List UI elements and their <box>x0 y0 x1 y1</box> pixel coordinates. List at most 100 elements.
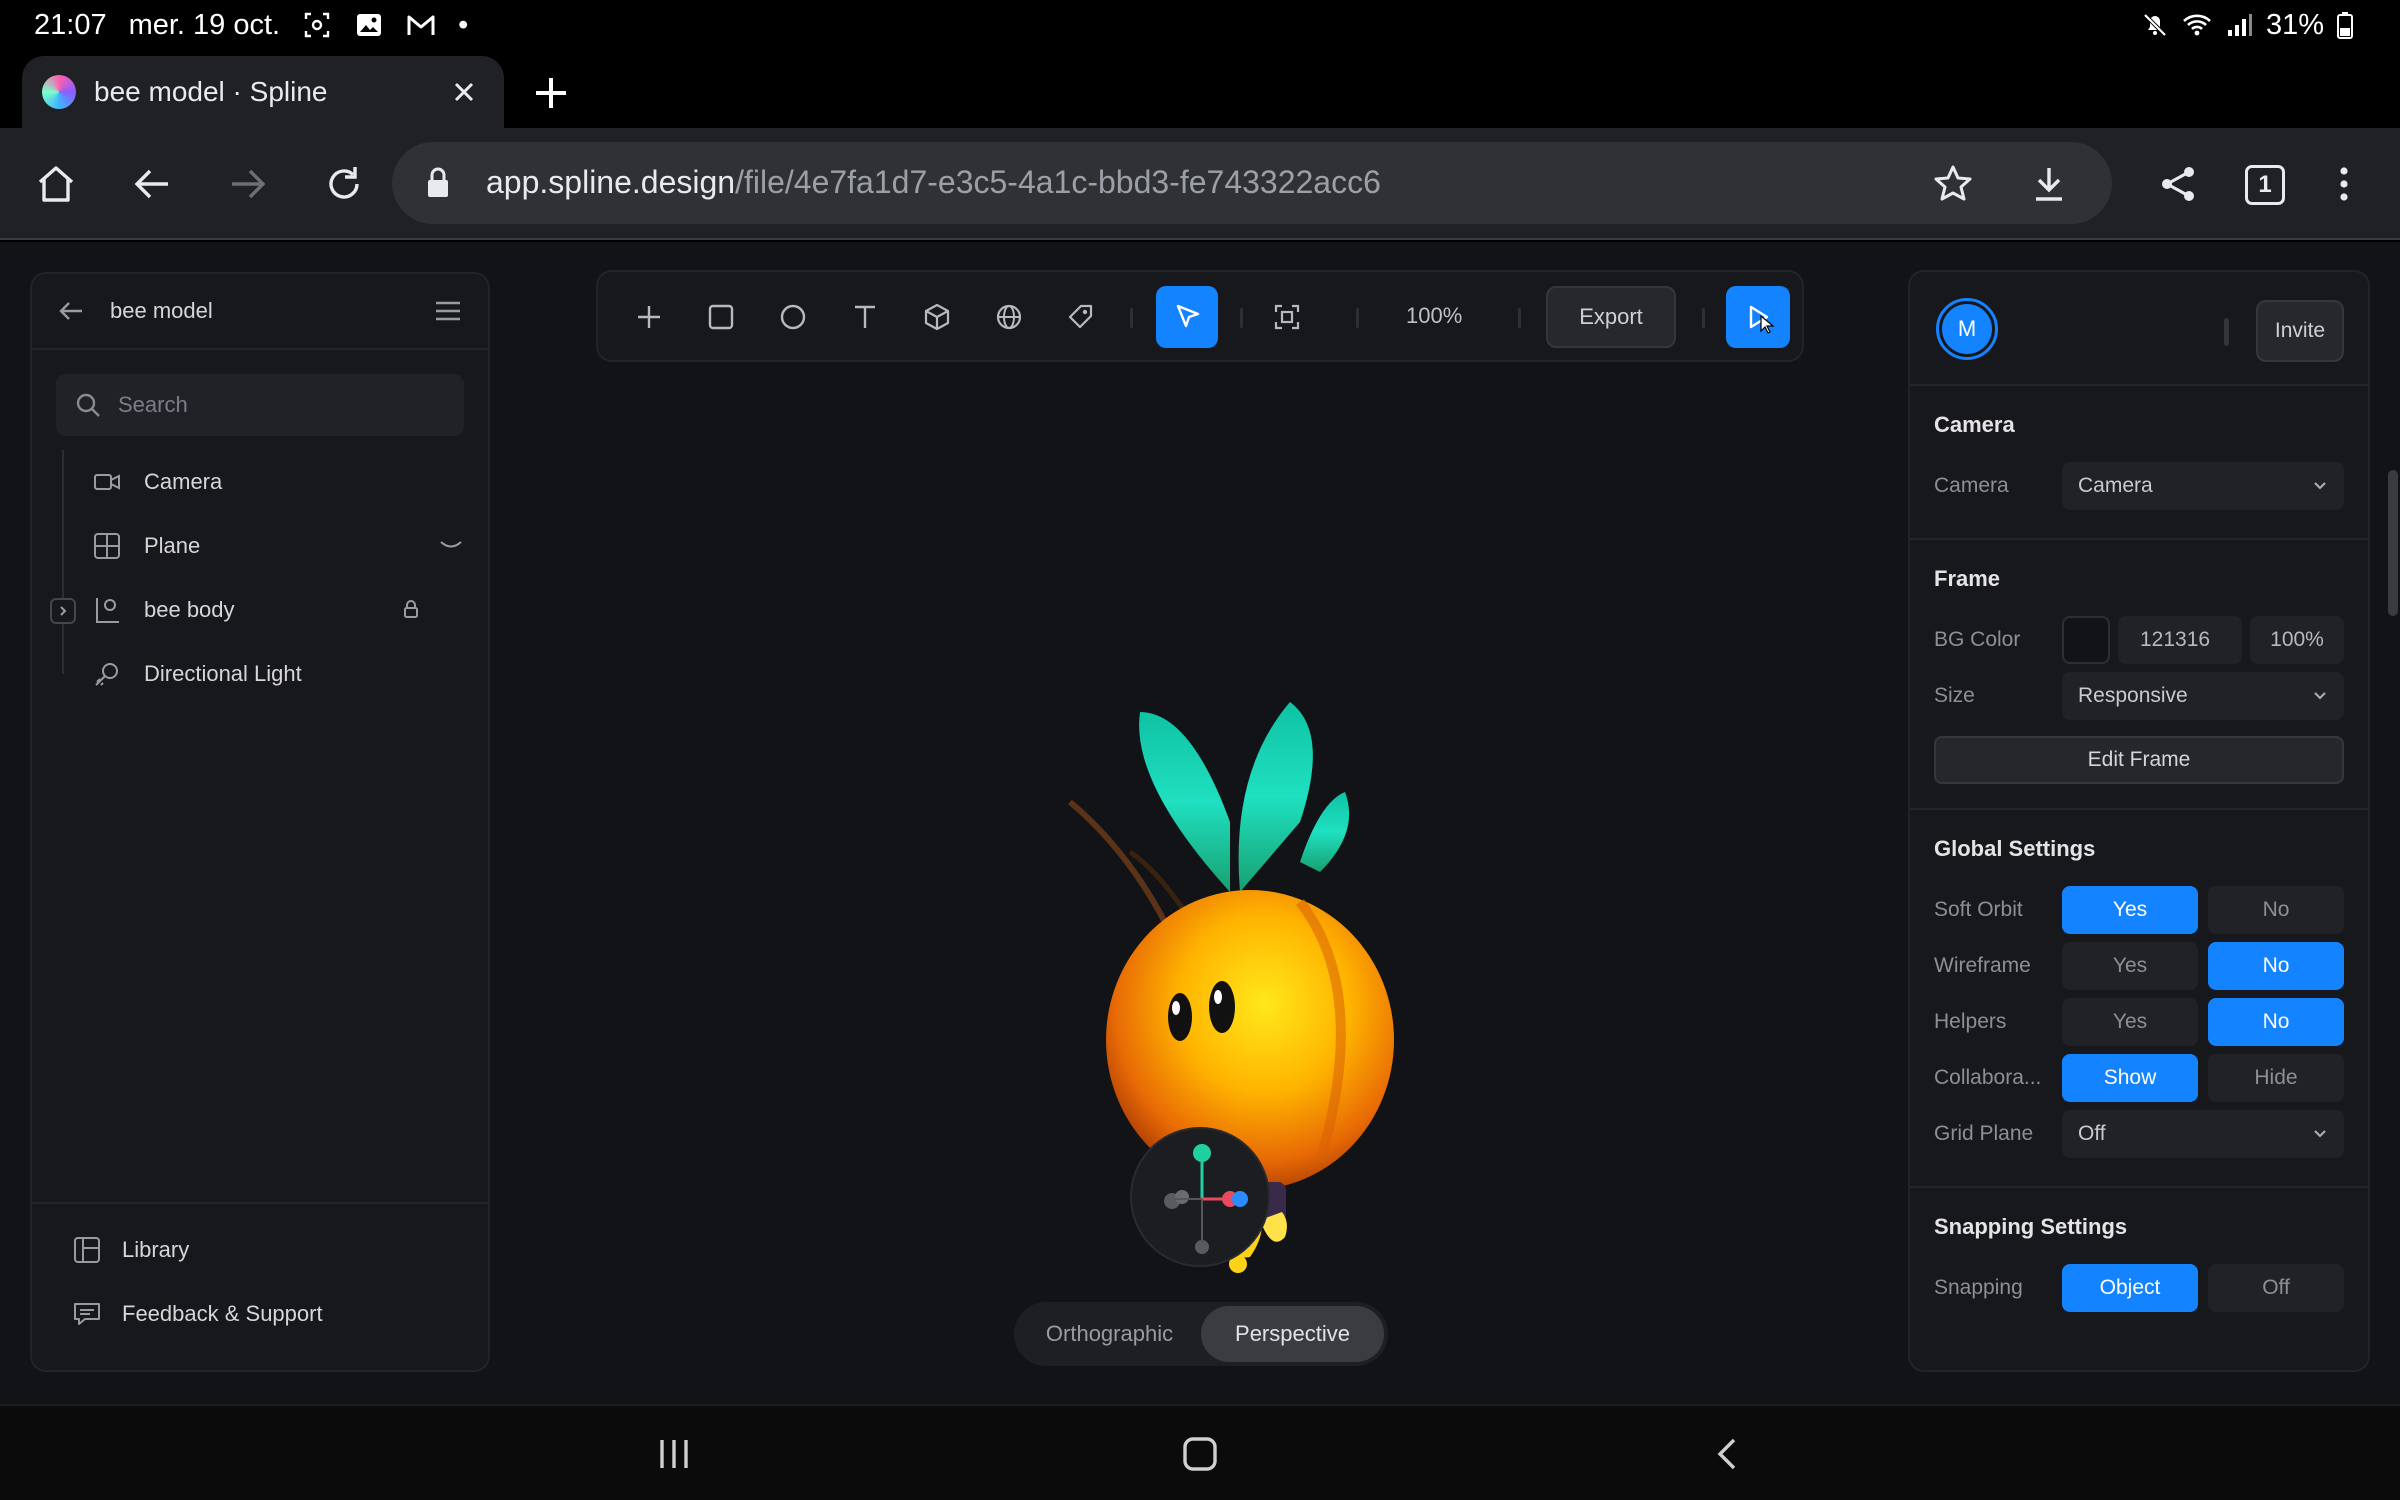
wifi-icon <box>2182 10 2212 40</box>
mute-icon <box>2140 10 2170 40</box>
light-icon <box>92 659 122 689</box>
more-menu-icon[interactable] <box>2320 160 2368 208</box>
tab-switcher-button[interactable]: 1 <box>2245 165 2285 205</box>
pen-tool-icon[interactable] <box>1058 294 1104 340</box>
toolbar-separator <box>1702 308 1705 328</box>
soft-orbit-yes[interactable]: Yes <box>2062 886 2198 934</box>
global-settings-section: Global Settings Soft Orbit Yes No Wirefr… <box>1910 810 2368 1188</box>
soft-orbit-no[interactable]: No <box>2208 886 2344 934</box>
helpers-no[interactable]: No <box>2208 998 2344 1046</box>
group-icon <box>92 595 122 625</box>
orthographic-option[interactable]: Orthographic <box>1018 1306 1201 1362</box>
status-date: mer. 19 oct. <box>128 8 281 41</box>
snapping-object[interactable]: Object <box>2062 1264 2198 1312</box>
camera-select-value: Camera <box>2078 474 2153 497</box>
expand-chevron-icon[interactable] <box>50 598 76 624</box>
section-title: Global Settings <box>1934 836 2096 861</box>
new-tab-icon[interactable] <box>530 72 572 114</box>
bookmark-star-icon[interactable] <box>1932 163 1974 205</box>
feedback-support-link[interactable]: Feedback & Support <box>32 1282 488 1346</box>
close-tab-icon[interactable] <box>446 74 482 110</box>
cube-tool-icon[interactable] <box>914 294 960 340</box>
layer-item-camera[interactable]: Camera <box>32 450 488 514</box>
battery-percent: 31% <box>2265 8 2324 41</box>
collaborators-row: Collabora... Show Hide <box>1934 1050 2344 1106</box>
url-text[interactable]: app.spline.design/file/4e7fa1d7-e3c5-4a1… <box>486 164 1381 201</box>
add-object-icon[interactable] <box>626 294 672 340</box>
library-label: Library <box>122 1237 190 1262</box>
search-input[interactable] <box>118 392 418 418</box>
sphere-tool-icon[interactable] <box>986 294 1032 340</box>
play-button[interactable] <box>1726 286 1790 348</box>
lock-icon[interactable] <box>422 166 454 200</box>
bg-opacity-input[interactable]: 100% <box>2250 616 2344 664</box>
bg-color-row: BG Color 121316 100% <box>1934 612 2344 668</box>
hamburger-menu-icon[interactable] <box>432 295 464 327</box>
grid-plane-select[interactable]: Off <box>2062 1110 2344 1158</box>
back-nav-icon[interactable] <box>1706 1432 1750 1476</box>
helpers-toggle: Yes No <box>2062 998 2344 1046</box>
file-name[interactable]: bee model <box>110 298 213 324</box>
layer-item-directional-light[interactable]: Directional Light <box>32 642 488 706</box>
layer-tree: Camera Plane bee body Directional Light <box>32 450 488 706</box>
share-icon[interactable] <box>2154 160 2202 208</box>
download-icon[interactable] <box>2028 163 2070 205</box>
orientation-gizmo[interactable] <box>1130 1127 1270 1267</box>
tab-title: bee model · Spline <box>94 76 328 107</box>
zoom-level[interactable]: 100% <box>1406 303 1462 329</box>
3d-viewport[interactable]: Orthographic Perspective <box>500 372 1890 1372</box>
rectangle-tool-icon[interactable] <box>698 294 744 340</box>
library-link[interactable]: Library <box>32 1218 488 1282</box>
status-dot: • <box>458 8 469 41</box>
recent-apps-icon[interactable] <box>652 1432 696 1476</box>
panel-scrollbar[interactable] <box>2388 470 2398 616</box>
arrow-left-icon[interactable] <box>56 296 86 326</box>
layer-item-plane[interactable]: Plane <box>32 514 488 578</box>
wireframe-toggle: Yes No <box>2062 942 2344 990</box>
layer-item-bee-body[interactable]: bee body <box>32 578 488 642</box>
invite-button[interactable]: Invite <box>2256 300 2344 362</box>
camera-label: Camera <box>1934 474 2009 497</box>
wireframe-label: Wireframe <box>1934 954 2031 977</box>
address-bar[interactable]: app.spline.design/file/4e7fa1d7-e3c5-4a1… <box>392 142 2112 224</box>
export-button[interactable]: Export <box>1546 286 1676 348</box>
properties-panel: M Invite Camera Camera Camera Frame BG C… <box>1908 270 2370 1372</box>
perspective-option[interactable]: Perspective <box>1201 1306 1384 1362</box>
snapping-off[interactable]: Off <box>2208 1264 2344 1312</box>
battery-icon <box>2336 10 2366 40</box>
frame-tool-icon[interactable] <box>1264 294 1310 340</box>
bg-color-swatch[interactable] <box>2062 616 2110 664</box>
back-icon[interactable] <box>128 160 176 208</box>
forward-icon[interactable] <box>224 160 272 208</box>
chevron-down-icon <box>2310 1124 2330 1144</box>
collaborators-toggle: Show Hide <box>2062 1054 2344 1102</box>
snapping-toggle: Object Off <box>2062 1264 2344 1312</box>
text-tool-icon[interactable] <box>842 294 888 340</box>
screenshot-icon <box>302 10 332 40</box>
collaborators-show[interactable]: Show <box>2062 1054 2198 1102</box>
hidden-eye-icon[interactable] <box>438 532 464 558</box>
toolbar-separator <box>1518 308 1521 328</box>
helpers-yes[interactable]: Yes <box>2062 998 2198 1046</box>
bg-color-hex-input[interactable]: 121316 <box>2118 616 2242 664</box>
spline-app: bee model Camera Plane <box>0 242 2400 1404</box>
ellipse-tool-icon[interactable] <box>770 294 816 340</box>
lock-icon[interactable] <box>398 596 424 622</box>
browser-tab[interactable]: bee model · Spline <box>22 56 504 128</box>
home-nav-icon[interactable] <box>1178 1432 1222 1476</box>
browser-toolbar: app.spline.design/file/4e7fa1d7-e3c5-4a1… <box>0 128 2400 240</box>
reload-icon[interactable] <box>320 160 368 208</box>
camera-select[interactable]: Camera <box>2062 462 2344 510</box>
spline-favicon-icon <box>42 75 76 109</box>
toolbar-separator <box>1130 308 1133 328</box>
wireframe-yes[interactable]: Yes <box>2062 942 2198 990</box>
edit-frame-button[interactable]: Edit Frame <box>1934 736 2344 784</box>
select-pointer-icon[interactable] <box>1156 286 1218 348</box>
size-select[interactable]: Responsive <box>2062 672 2344 720</box>
search-box[interactable] <box>56 374 464 436</box>
user-avatar[interactable]: M <box>1936 298 1998 360</box>
collaborators-hide[interactable]: Hide <box>2208 1054 2344 1102</box>
url-host: app.spline.design <box>486 164 736 200</box>
wireframe-no[interactable]: No <box>2208 942 2344 990</box>
home-icon[interactable] <box>32 160 80 208</box>
